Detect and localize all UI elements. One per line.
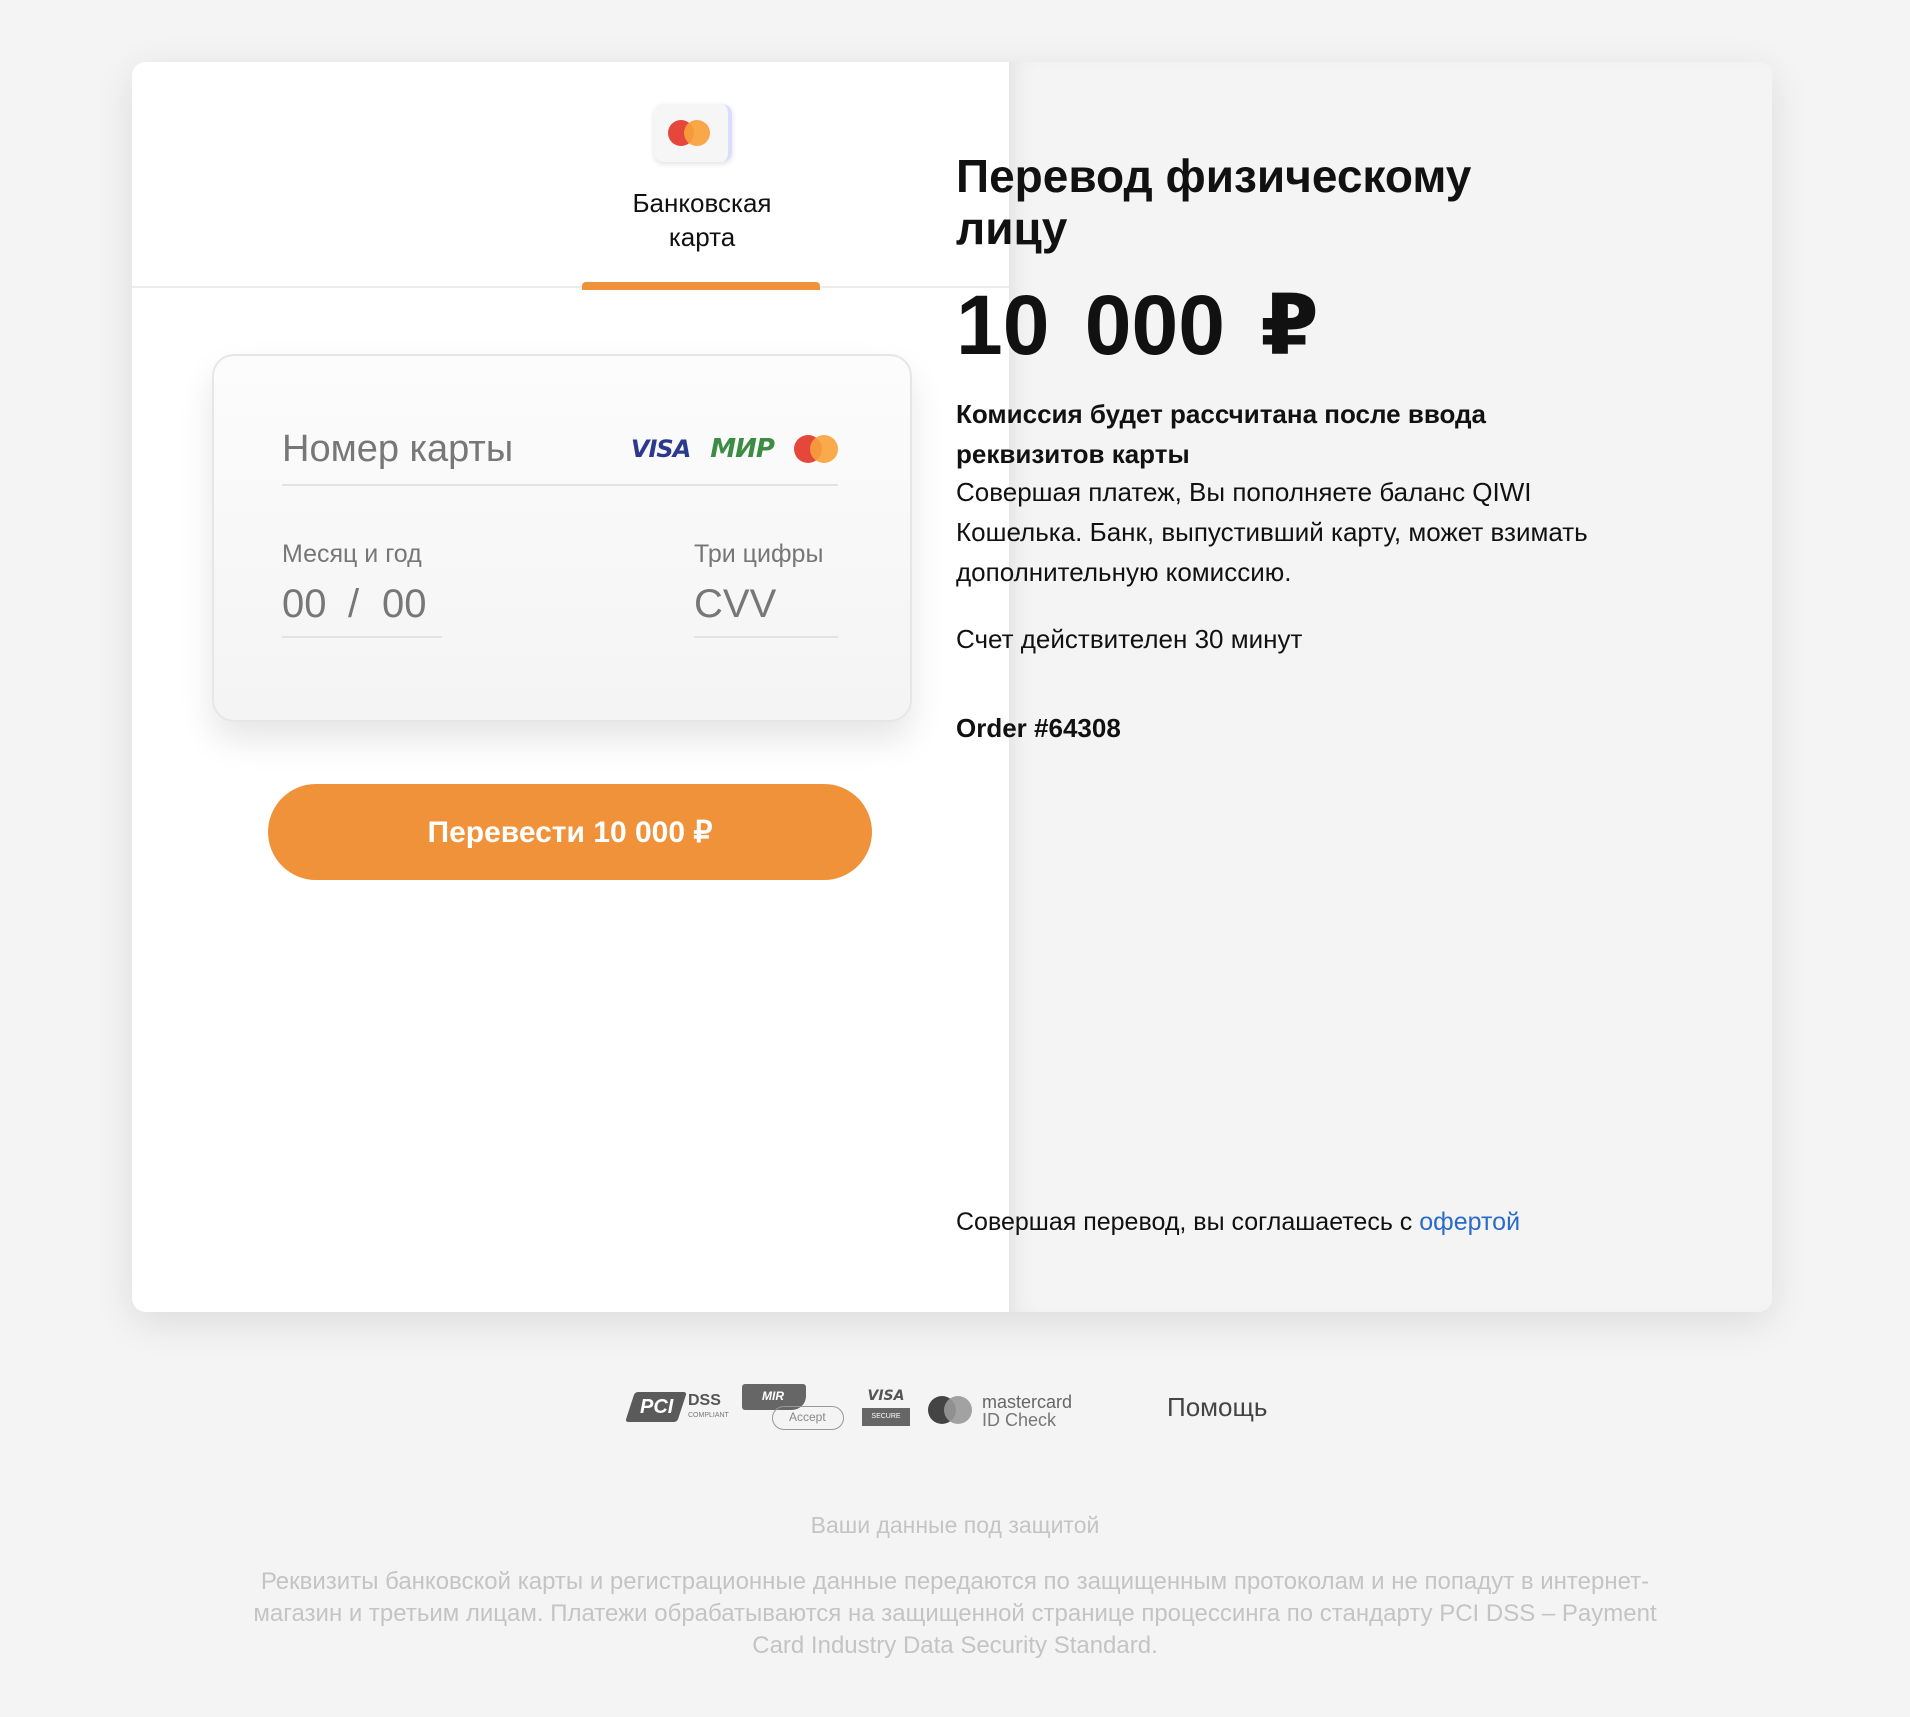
security-title: Ваши данные под защитой [810, 1512, 1100, 1538]
mc-id-line2: ID Check [982, 1410, 1057, 1430]
mastercard-icon [654, 104, 732, 162]
card-number-placeholder: Номер карты [282, 428, 514, 470]
pay-button[interactable]: Перевести 10 000 ₽ [268, 784, 872, 880]
help-link[interactable]: Помощь [1167, 1392, 1267, 1423]
tab-label: Банковская карта [632, 188, 772, 252]
cvv-underline [694, 636, 838, 638]
page-title: Перевод физическому лицу [956, 150, 1472, 254]
expiry-month: 00 [282, 582, 327, 626]
expiry-year: 00 [382, 582, 427, 626]
agreement-prefix: Совершая перевод, вы соглашаетесь с [956, 1208, 1420, 1236]
visa-secure-secure: SECURE [862, 1408, 910, 1426]
expiry-underline [282, 636, 442, 638]
agreement-text: Совершая перевод, вы соглашаетесь с офер… [956, 1208, 1520, 1237]
mir-accept-icon: MIR Accept [742, 1384, 846, 1432]
invoice-validity: Счет действителен 30 минут [956, 624, 1303, 654]
order-number: Order #64308 [956, 713, 1121, 743]
visa-logo-icon: VISA [630, 435, 691, 463]
visa-secure-visa: VISA [867, 1388, 905, 1404]
compliant-text: COMPLIANT [688, 1412, 729, 1419]
expiry-label: Месяц и год [282, 540, 422, 568]
expiry-separator: / [348, 582, 360, 626]
mir-logo-icon: МИР [710, 434, 775, 464]
tab-bank-card[interactable]: Банковская карта [544, 62, 860, 290]
mastercard-id-check-icon: mastercard ID Check [928, 1390, 1108, 1434]
cvv-placeholder: CVV [694, 582, 777, 626]
dss-text: DSS [688, 1392, 721, 1409]
offer-link[interactable]: офертой [1419, 1208, 1520, 1236]
payment-method-tabs: Банковская карта [132, 62, 1009, 290]
expiry-field[interactable]: 00 / 00 [282, 582, 442, 634]
card-input-form: Номер карты VISA МИР Месяц и год 00 / 00… [212, 354, 912, 722]
payment-description: Совершая платеж, Вы пополняете баланс QI… [956, 477, 1588, 587]
card-brands: VISA МИР [631, 434, 838, 464]
card-number-field[interactable]: Номер карты VISA МИР [282, 424, 838, 486]
cvv-field[interactable]: CVV [694, 582, 838, 634]
pci-dss-icon: PCI DSS COMPLIANT [625, 1390, 729, 1430]
mir-accept-text: Accept [772, 1406, 844, 1430]
amount: 10 000 ₽ [956, 278, 1319, 372]
security-text: Реквизиты банковской карты и регистрацио… [253, 1568, 1657, 1659]
payment-form-panel: Банковская карта Номер карты VISA МИР Ме… [132, 62, 1009, 1312]
cvv-label: Три цифры [694, 540, 824, 568]
tab-active-indicator [582, 282, 820, 290]
commission-note: Комиссия будет рассчитана после ввода ре… [956, 399, 1486, 469]
mastercard-logo-icon [794, 435, 838, 463]
pci-text: PCI [640, 1396, 674, 1418]
visa-secure-icon: VISA SECURE [862, 1388, 910, 1432]
